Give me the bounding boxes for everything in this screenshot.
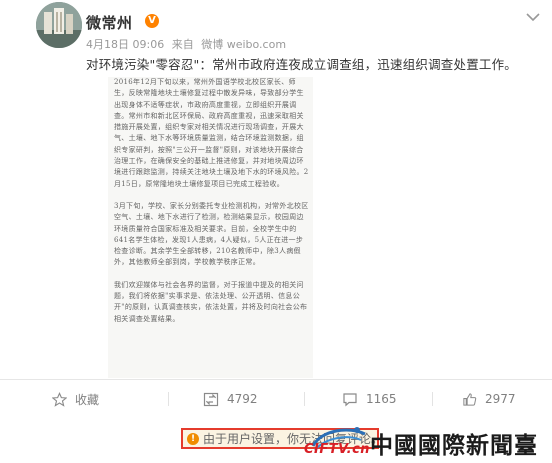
post-meta: 4月18日 09:06 来自 微博 weibo.com (86, 36, 290, 52)
comment-button[interactable]: 1165 (342, 388, 397, 410)
action-separator (432, 392, 433, 406)
avatar[interactable] (36, 2, 82, 48)
post-source-prefix: 来自 (171, 38, 194, 51)
favorite-label: 收藏 (75, 392, 100, 407)
action-separator (168, 392, 169, 406)
post-date: 4月18日 09:06 (86, 38, 165, 51)
watermark-brand: CIFTV.cn (304, 442, 371, 457)
account-name[interactable]: 微常州 (86, 12, 133, 33)
watermark-name: 中國國際新聞臺 (370, 432, 538, 459)
chevron-down-icon[interactable] (522, 8, 544, 26)
document-image[interactable]: 2016年12月下旬以来，常州外国语学校北校区家长、师生，反映常隆地块土壤修复过… (108, 77, 313, 378)
like-button[interactable]: 2977 (462, 388, 516, 410)
like-count: 2977 (485, 392, 516, 406)
warning-icon: ! (187, 432, 199, 445)
thumbs-up-icon (463, 392, 477, 406)
document-paragraph: 2016年12月下旬以来，常州外国语学校北校区家长、师生，反映常隆地块土壤修复过… (114, 78, 309, 188)
document-paragraph: 3月下旬，学校、家长分别委托专业检测机构，对常外北校区空气、土壤、地下水进行了检… (114, 201, 309, 267)
document-paragraph: 我们欢迎媒体与社会各界的监督，对于报道中提及的相关问题，我们将依据"实事求是、依… (114, 280, 308, 323)
action-bar-divider (0, 379, 552, 380)
action-separator (304, 392, 305, 406)
post-text: 对环境污染"零容忍"：常州市政府连夜成立调查组，迅速组织调查处置工作。 (86, 57, 518, 72)
favorite-button[interactable]: 收藏 (52, 388, 99, 410)
verified-badge-icon: V (145, 14, 159, 28)
repost-count: 4792 (227, 392, 258, 406)
repost-icon (203, 392, 219, 406)
post-source-link[interactable]: 微博 weibo.com (201, 38, 286, 51)
comment-count: 1165 (366, 392, 397, 406)
star-icon (52, 391, 67, 407)
document-text: 2016年12月下旬以来，常州外国语学校北校区家长、师生，反映常隆地块土壤修复过… (114, 77, 310, 336)
comment-icon (343, 392, 357, 407)
repost-button[interactable]: 4792 (203, 388, 258, 410)
